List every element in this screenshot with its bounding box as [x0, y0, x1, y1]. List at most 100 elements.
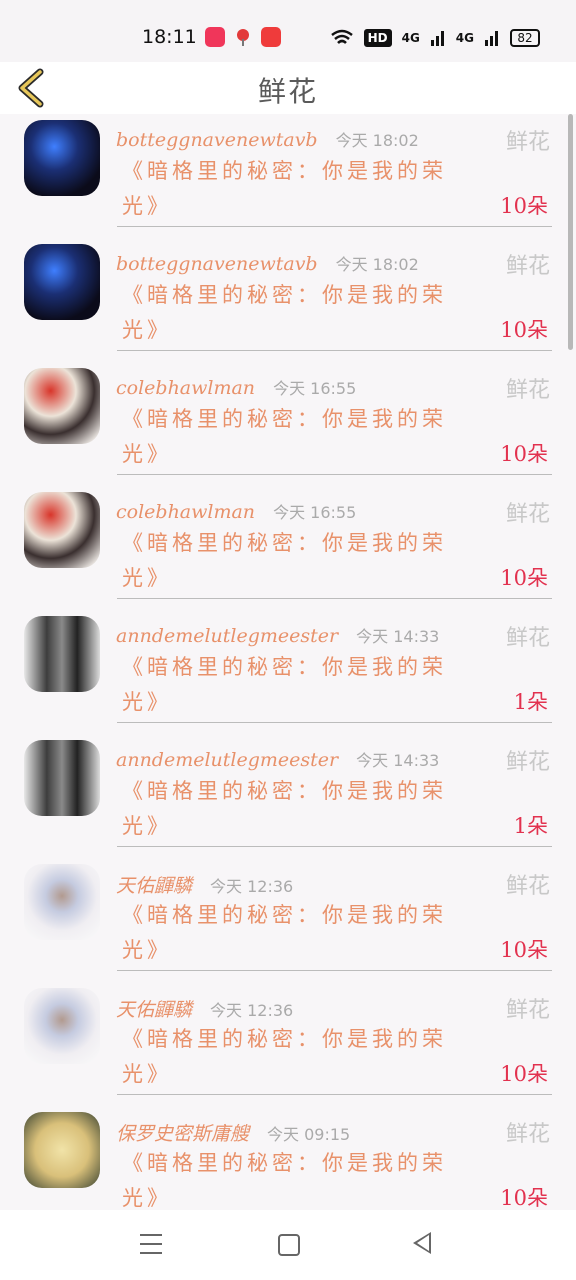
list-item[interactable]: 保罗史密斯庸艘 今天 09:15 鲜花 《暗格里的秘密：你是我的荣光》 10朵 [0, 1106, 576, 1210]
avatar[interactable] [24, 740, 100, 816]
gift-message: 《暗格里的秘密：你是我的荣光》 [122, 903, 447, 962]
divider [117, 1094, 552, 1095]
divider [117, 970, 552, 971]
flower-count: 10朵 [500, 194, 548, 218]
list-item[interactable]: colebhawlman 今天 16:55 鲜花 《暗格里的秘密：你是我的荣光》 … [0, 362, 576, 486]
timestamp: 今天 09:15 [267, 1125, 351, 1144]
flower-label: 鲜花 [505, 502, 550, 527]
timestamp: 今天 16:55 [273, 379, 357, 398]
status-time: 18:11 [142, 26, 197, 48]
sender-username: colebhawlman [116, 377, 256, 399]
triangle-back-icon[interactable] [413, 1232, 431, 1254]
pin-app-icon [233, 27, 253, 47]
flower-label: 鲜花 [505, 130, 550, 155]
gift-message: 《暗格里的秘密：你是我的荣光》 [122, 283, 447, 342]
flower-gift-list[interactable]: botteggnavenewtavb 今天 18:02 鲜花 《暗格里的秘密：你是… [0, 114, 576, 1210]
sender-username: anndemelutlegmeester [116, 625, 339, 647]
list-item[interactable]: 天佑鼲驎 今天 12:36 鲜花 《暗格里的秘密：你是我的荣光》 10朵 [0, 858, 576, 982]
sender-name: anndemelutlegmeester 今天 14:33 [116, 747, 439, 771]
list-item[interactable]: 天佑鼲驎 今天 12:36 鲜花 《暗格里的秘密：你是我的荣光》 10朵 [0, 982, 576, 1106]
flower-count: 10朵 [500, 1186, 548, 1210]
timestamp: 今天 16:55 [273, 503, 357, 522]
flower-label: 鲜花 [505, 998, 550, 1023]
system-nav-bar [0, 1210, 576, 1280]
avatar[interactable] [24, 988, 100, 1064]
timestamp: 今天 12:36 [210, 877, 294, 896]
sender-name: colebhawlman 今天 16:55 [116, 375, 356, 399]
home-square-icon[interactable] [278, 1234, 300, 1256]
divider [117, 474, 552, 475]
flower-count: 10朵 [500, 1062, 548, 1086]
avatar[interactable] [24, 368, 100, 444]
flower-label: 鲜花 [505, 626, 550, 651]
sender-name: 保罗史密斯庸艘 今天 09:15 [116, 1119, 350, 1146]
sender-username: botteggnavenewtavb [116, 129, 318, 151]
network-4g-2: 4G [455, 31, 474, 45]
divider [117, 350, 552, 351]
gift-message: 《暗格里的秘密：你是我的荣光》 [122, 655, 447, 714]
flower-count: 10朵 [500, 442, 548, 466]
divider [117, 598, 552, 599]
timestamp: 今天 18:02 [335, 131, 419, 150]
flower-count: 10朵 [500, 318, 548, 342]
title-bar: 鲜花 [0, 62, 576, 114]
avatar[interactable] [24, 864, 100, 940]
video-app-icon [205, 27, 225, 47]
flower-label: 鲜花 [505, 378, 550, 403]
divider [117, 846, 552, 847]
flower-label: 鲜花 [505, 874, 550, 899]
timestamp: 今天 12:36 [210, 1001, 294, 1020]
gift-message: 《暗格里的秘密：你是我的荣光》 [122, 779, 447, 838]
gift-message: 《暗格里的秘密：你是我的荣光》 [122, 1027, 447, 1086]
sender-username: 天佑鼲驎 [116, 999, 193, 1021]
news-app-icon [261, 27, 281, 47]
sender-name: 天佑鼲驎 今天 12:36 [116, 871, 293, 898]
signal-icon [430, 31, 444, 46]
list-item[interactable]: anndemelutlegmeester 今天 14:33 鲜花 《暗格里的秘密：… [0, 734, 576, 858]
timestamp: 今天 18:02 [335, 255, 419, 274]
avatar[interactable] [24, 492, 100, 568]
timestamp: 今天 14:33 [356, 627, 440, 646]
avatar[interactable] [24, 244, 100, 320]
gift-message: 《暗格里的秘密：你是我的荣光》 [122, 159, 447, 218]
sender-name: botteggnavenewtavb 今天 18:02 [116, 251, 419, 275]
flower-count: 10朵 [500, 938, 548, 962]
menu-icon[interactable] [140, 1234, 162, 1254]
avatar[interactable] [24, 616, 100, 692]
wifi-icon [330, 29, 353, 44]
sender-username: colebhawlman [116, 501, 256, 523]
status-bar: 18:11 HD 4G 4G 82 [0, 0, 576, 62]
gift-message: 《暗格里的秘密：你是我的荣光》 [122, 407, 447, 466]
flower-count: 1朵 [513, 814, 548, 838]
flower-label: 鲜花 [505, 1122, 550, 1147]
divider [117, 226, 552, 227]
sender-username: 天佑鼲驎 [116, 875, 193, 897]
list-item[interactable]: colebhawlman 今天 16:55 鲜花 《暗格里的秘密：你是我的荣光》 … [0, 486, 576, 610]
gift-message: 《暗格里的秘密：你是我的荣光》 [122, 531, 447, 590]
list-item[interactable]: anndemelutlegmeester 今天 14:33 鲜花 《暗格里的秘密：… [0, 610, 576, 734]
sender-username: anndemelutlegmeester [116, 749, 339, 771]
sender-username: 保罗史密斯庸艘 [116, 1123, 250, 1145]
divider [117, 722, 552, 723]
sender-name: colebhawlman 今天 16:55 [116, 499, 356, 523]
sender-name: 天佑鼲驎 今天 12:36 [116, 995, 293, 1022]
sender-name: anndemelutlegmeester 今天 14:33 [116, 623, 439, 647]
sender-username: botteggnavenewtavb [116, 253, 318, 275]
page-title: 鲜花 [257, 75, 318, 108]
battery-icon: 82 [510, 29, 540, 47]
avatar[interactable] [24, 120, 100, 196]
flower-count: 10朵 [500, 566, 548, 590]
timestamp: 今天 14:33 [356, 751, 440, 770]
signal-icon [485, 31, 498, 46]
flower-label: 鲜花 [505, 254, 550, 279]
list-item[interactable]: botteggnavenewtavb 今天 18:02 鲜花 《暗格里的秘密：你是… [0, 238, 576, 362]
avatar[interactable] [24, 1112, 100, 1188]
network-4g-1: 4G [401, 31, 420, 45]
status-indicators: HD 4G 4G 82 [330, 26, 540, 50]
hd-badge: HD [363, 29, 392, 47]
list-item[interactable]: botteggnavenewtavb 今天 18:02 鲜花 《暗格里的秘密：你是… [0, 114, 576, 238]
flower-count: 1朵 [513, 690, 548, 714]
gift-message: 《暗格里的秘密：你是我的荣光》 [122, 1151, 447, 1210]
sender-name: botteggnavenewtavb 今天 18:02 [116, 127, 419, 151]
flower-label: 鲜花 [505, 750, 550, 775]
